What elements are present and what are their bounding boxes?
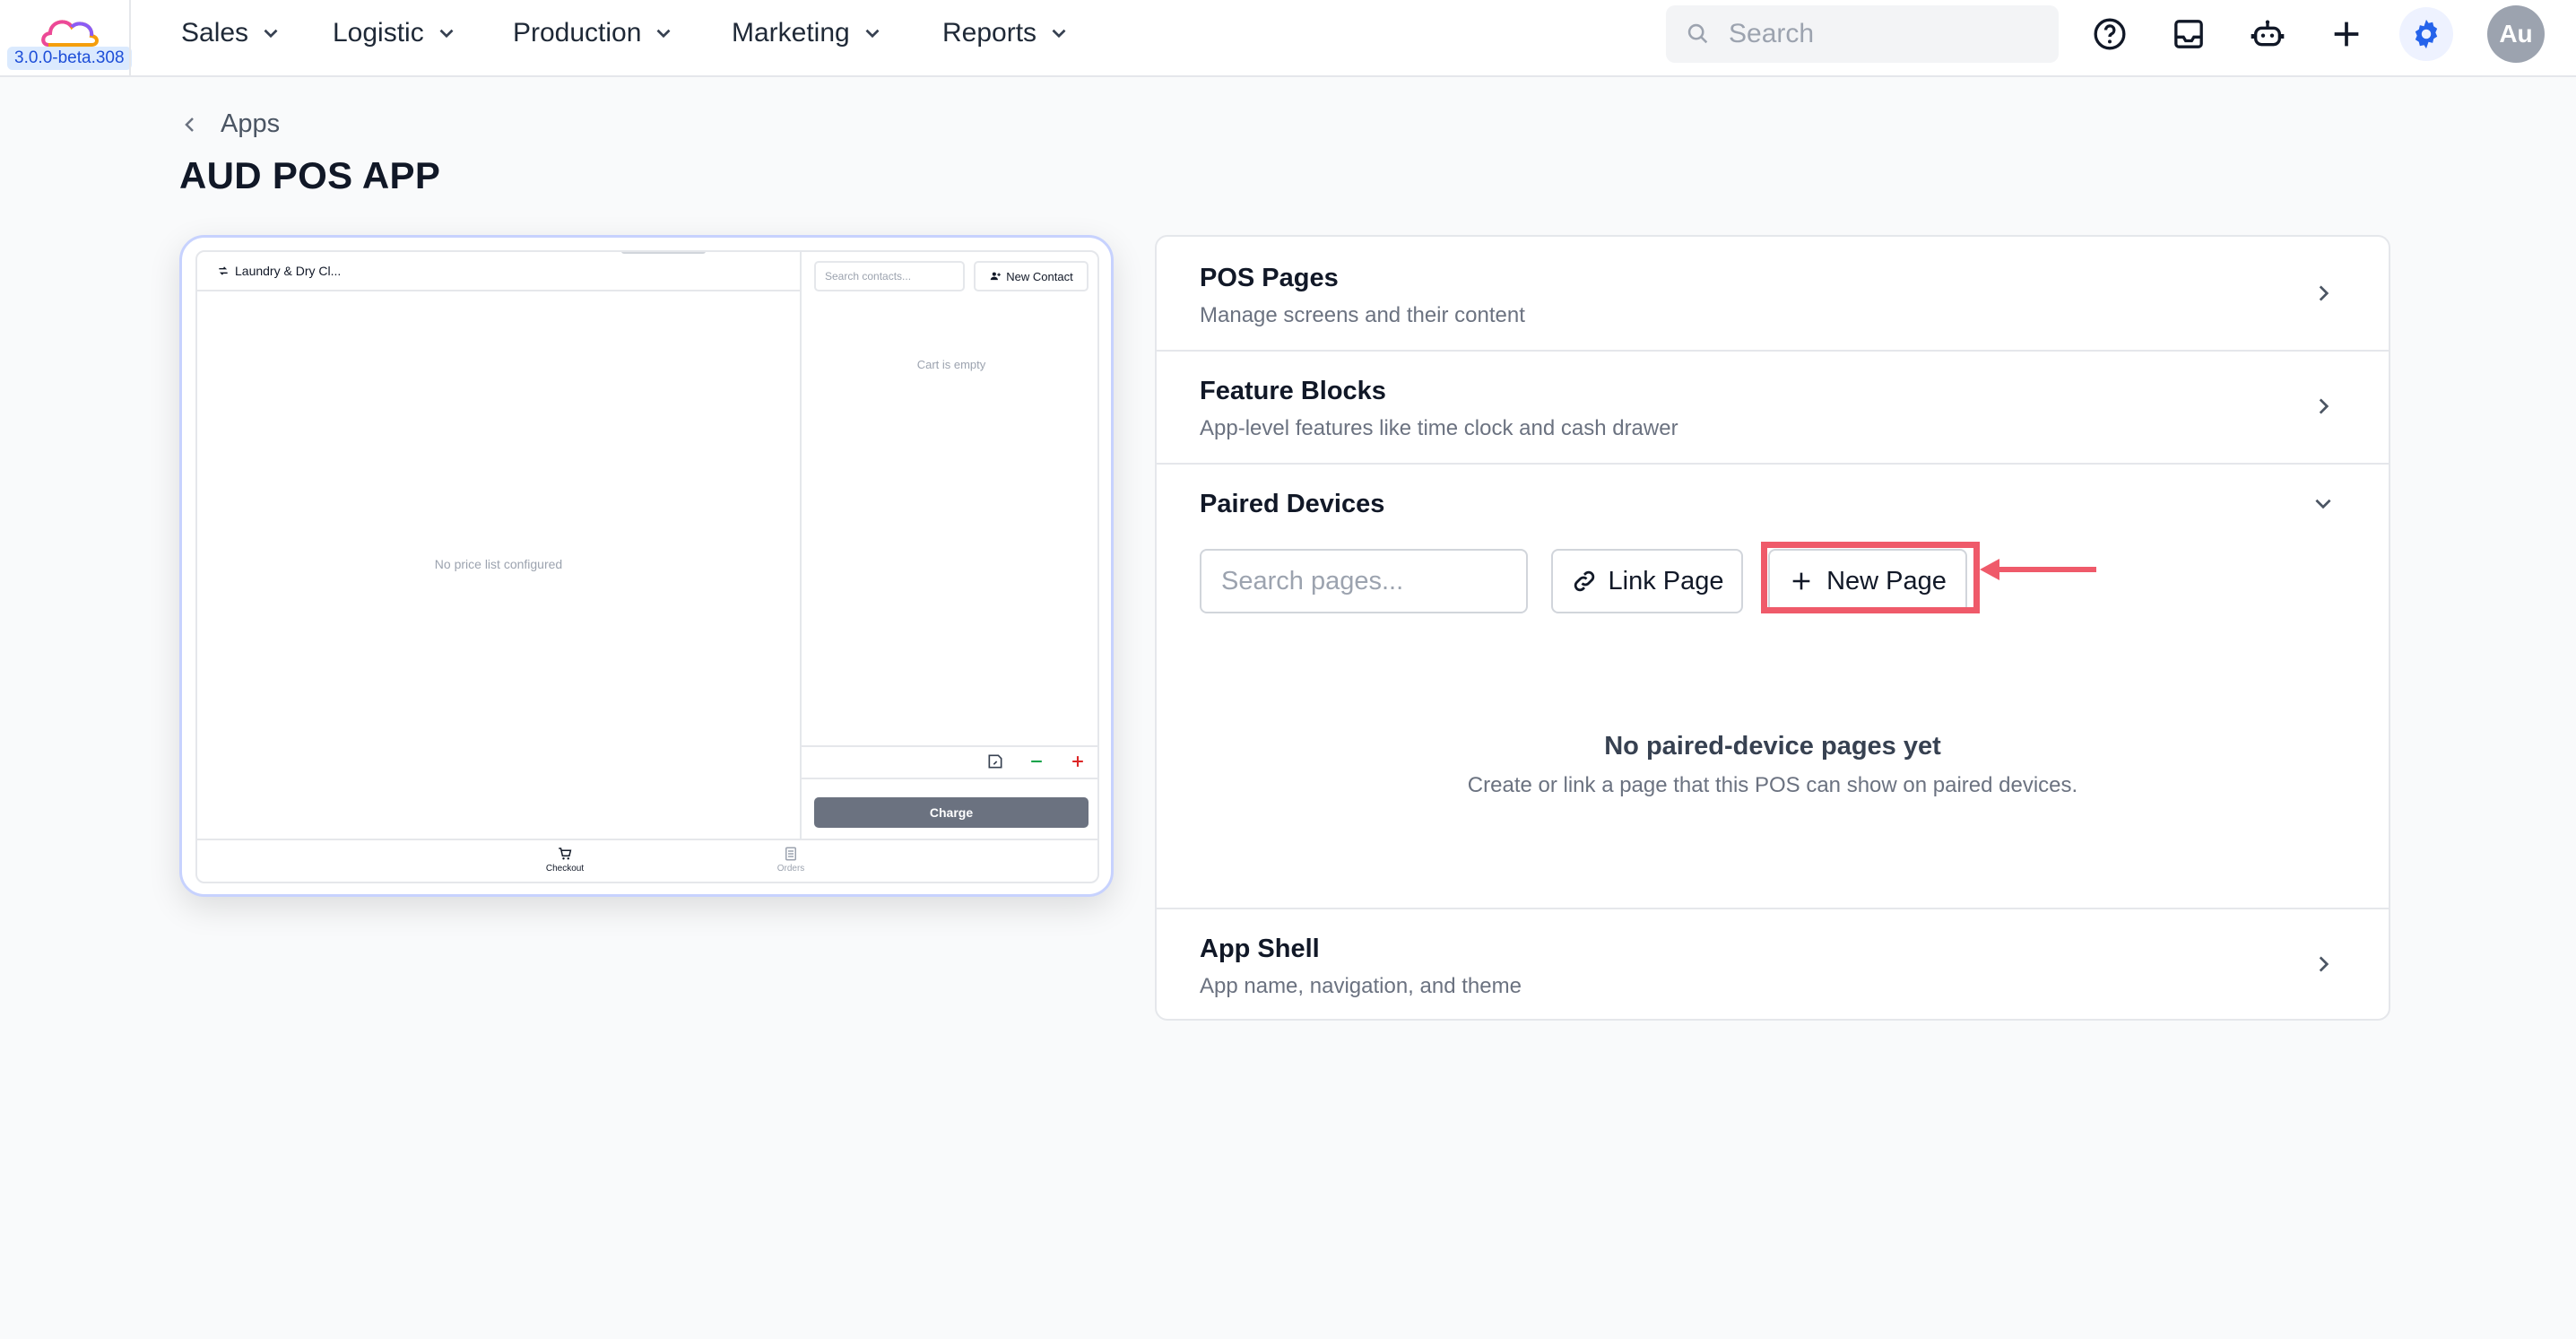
divider [129,0,131,77]
swap-icon [219,266,228,275]
breadcrumb-back[interactable]: Apps [179,109,280,139]
search-input[interactable] [1729,19,2034,49]
chevron-right-icon [2319,398,2329,414]
contact-search-preview: Search contacts... [814,261,965,291]
help-icon [2094,18,2126,50]
global-search[interactable] [1666,5,2059,63]
minus-icon [1031,760,1042,763]
new-contact-preview: New Contact [974,261,1089,291]
collapse-button[interactable] [2310,490,2337,517]
section-app-shell[interactable]: App Shell App name, navigation, and them… [1157,909,2389,1021]
divider [197,839,1097,840]
section-paired-devices-header[interactable]: Paired Devices [1157,465,2389,518]
note-icon [988,754,1002,769]
plus-icon [2334,22,2359,47]
section-pos-pages[interactable]: POS Pages Manage screens and their conte… [1157,237,2389,350]
chevron-down-icon [865,29,880,39]
nav-menu-label: Logistic [333,18,424,48]
settings-icon [2415,19,2438,49]
section-description: App name, navigation, and theme [1200,974,1522,998]
create-button[interactable] [2325,13,2368,56]
chevron-down-icon [264,29,278,39]
section-feature-blocks[interactable]: Feature Blocks App-level features like t… [1157,352,2389,463]
section-title: Paired Devices [1200,490,1385,518]
device-screen: Laundry & Dry Cl... No price list config… [195,250,1099,883]
section-description: App-level features like time clock and c… [1200,416,1678,440]
chevron-down-icon [656,29,671,39]
nav-menu-label: Marketing [732,18,850,48]
chevron-down-icon [439,29,454,39]
section-title: POS Pages [1200,264,1339,292]
link-icon [1574,570,1594,592]
inbox-button[interactable] [2167,13,2210,56]
device-preview: Laundry & Dry Cl... No price list config… [179,235,1114,897]
chevron-down-icon [2315,499,2331,509]
annotation-arrow-icon [1980,559,2096,580]
section-title: Feature Blocks [1200,377,1386,405]
section-description: Manage screens and their content [1200,303,1525,327]
location-selector: Laundry & Dry Cl... [197,252,800,291]
tab-label: Checkout [545,864,585,874]
assistant-button[interactable] [2246,13,2289,56]
divider [800,252,802,839]
page-title: AUD POS APP [179,154,441,196]
settings-panel: POS Pages Manage screens and their conte… [1155,235,2390,1021]
new-contact-label: New Contact [1006,269,1073,283]
chevron-right-icon [2319,285,2329,301]
add-user-icon [991,272,1002,281]
inbox-icon [2174,20,2203,48]
tab-checkout-preview: Checkout [511,846,619,874]
tab-label: Orders [776,864,805,874]
divider [802,745,1097,747]
cart-icon [559,848,572,860]
charge-button-preview: Charge [814,797,1089,828]
nav-menu-marketing[interactable]: Marketing [732,18,884,48]
version-badge: 3.0.0-beta.308 [7,47,132,70]
help-button[interactable] [2088,13,2131,56]
chevron-left-icon [185,117,194,132]
settings-button[interactable] [2399,7,2453,61]
breadcrumb-label: Apps [221,109,281,138]
button-label: Link Page [1608,566,1724,596]
expand-button[interactable] [2310,280,2337,307]
search-icon [1687,23,1708,44]
nav-menu-label: Reports [942,18,1037,48]
nav-menu-production[interactable]: Production [513,18,675,48]
chevron-right-icon [2319,956,2329,972]
tab-orders-preview: Orders [737,846,845,874]
top-nav: 3.0.0-beta.308 Sales Logistic Production… [0,0,2576,77]
avatar[interactable]: Au [2487,5,2545,63]
nav-menu-label: Sales [181,18,249,48]
plus-icon [1072,756,1083,767]
expand-button[interactable] [2310,393,2337,420]
nav-menu-logistic[interactable]: Logistic [333,18,458,48]
cart-empty: Cart is empty [916,358,986,371]
nav-menu-reports[interactable]: Reports [942,18,1071,48]
orders-icon [785,847,796,861]
divider [802,778,1097,779]
chevron-down-icon [1052,29,1066,39]
nav-menu-sales[interactable]: Sales [181,18,282,48]
expand-button[interactable] [2310,951,2337,978]
cart-actions [986,752,1087,770]
empty-state-description: Create or link a page that this POS can … [1467,773,2078,797]
section-title: App Shell [1200,935,1320,963]
link-page-button[interactable]: Link Page [1551,549,1743,613]
location-label: Laundry & Dry Cl... [235,264,342,278]
search-pages-input[interactable] [1200,549,1528,613]
empty-state-title: No paired-device pages yet [1604,732,1941,761]
empty-price-list: No price list configured [434,557,563,571]
highlight-box [1761,542,1980,613]
nav-menu-label: Production [513,18,642,48]
bot-icon [2251,20,2285,47]
